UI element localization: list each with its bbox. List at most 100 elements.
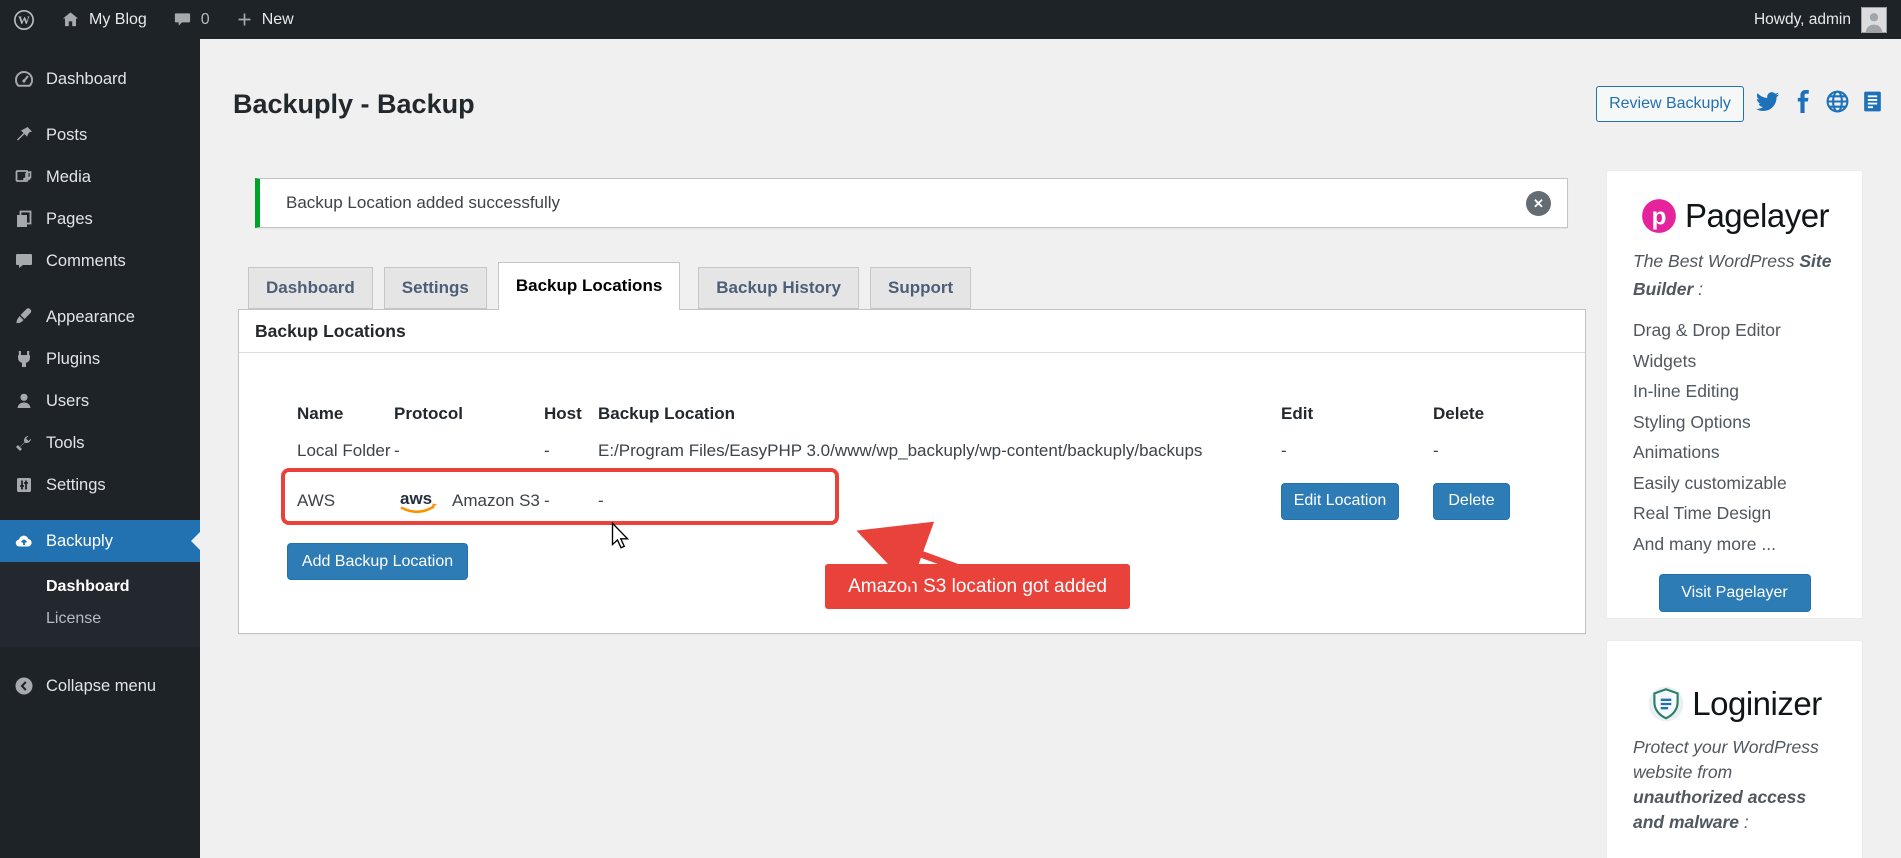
col-backup-location: Backup Location: [598, 404, 735, 423]
sidebar-item-media[interactable]: Media: [0, 156, 200, 198]
visit-pagelayer-button[interactable]: Visit Pagelayer: [1658, 574, 1811, 612]
notice-message: Backup Location added successfully: [286, 193, 561, 212]
cell-name: Local Folder: [297, 441, 391, 460]
feature-item: Animations: [1633, 442, 1720, 462]
loginizer-features: BruteForce Protection reCaptcha: [1633, 851, 1862, 858]
site-name-label: My Blog: [89, 10, 147, 28]
collapse-menu-button[interactable]: Collapse menu: [0, 665, 200, 707]
sidebar-item-appearance[interactable]: Appearance: [0, 296, 200, 338]
avatar: [1861, 6, 1887, 33]
delete-location-button[interactable]: Delete: [1433, 482, 1510, 520]
howdy-label: Howdy, admin: [1753, 10, 1851, 28]
sidebar-item-label: Backuply: [46, 531, 113, 550]
sidebar-item-backuply[interactable]: Backuply: [0, 520, 200, 562]
sidebar-item-label: Posts: [46, 125, 88, 144]
sidebar-item-settings[interactable]: Settings: [0, 464, 200, 506]
backup-locations-panel: Backup Locations Name Protocol Host Back…: [238, 309, 1586, 634]
cell-protocol: -: [394, 441, 400, 460]
comments-count: 0: [200, 10, 210, 28]
admin-bar: W My Blog 0 New Howdy, admin: [0, 0, 1901, 39]
pagelayer-logo: p Pagelayer: [1607, 171, 1862, 235]
tab-backup-locations[interactable]: Backup Locations: [497, 262, 681, 310]
comment-icon: [14, 251, 34, 271]
feature-item: And many more ...: [1633, 533, 1776, 554]
sidebar-item-plugins[interactable]: Plugins: [0, 338, 200, 380]
svg-text:p: p: [1652, 203, 1667, 230]
dismiss-notice-button[interactable]: ✕: [1526, 191, 1551, 216]
feature-item: Easily customizable: [1633, 472, 1787, 493]
globe-icon[interactable]: [1825, 89, 1850, 114]
pagelayer-features: Drag & Drop Editor Widgets In-line Editi…: [1633, 315, 1862, 559]
sidebar-item-dashboard[interactable]: Dashboard: [0, 58, 200, 100]
add-backup-location-button[interactable]: Add Backup Location: [287, 543, 468, 580]
sidebar-item-label: Plugins: [46, 349, 101, 368]
review-backuply-button[interactable]: Review Backuply: [1596, 86, 1744, 122]
cell-edit: Edit Location: [1281, 472, 1433, 530]
sidebar-item-label: Dashboard: [46, 69, 127, 88]
menu-separator: [0, 506, 200, 520]
cell-delete: -: [1433, 441, 1439, 460]
comments-shortcut[interactable]: 0: [160, 0, 223, 39]
backup-locations-table: Name Protocol Host Backup Location Edit …: [281, 398, 1567, 530]
cell-delete: Delete: [1433, 472, 1567, 530]
new-content-menu[interactable]: New: [223, 0, 307, 39]
brush-icon: [14, 307, 34, 327]
account-menu[interactable]: Howdy, admin: [1753, 6, 1901, 33]
feature-item: Widgets: [1633, 350, 1697, 371]
sidebar-item-label: Comments: [46, 251, 126, 270]
home-icon: [62, 12, 79, 27]
submenu-item-license[interactable]: License: [0, 603, 200, 635]
cell-host: -: [544, 491, 550, 510]
cell-edit: -: [1281, 441, 1287, 460]
sidebar-item-label: Media: [46, 167, 91, 186]
content-area: Backuply - Backup Review Backuply Backup…: [200, 39, 1901, 858]
wordpress-logo-menu[interactable]: W: [0, 0, 48, 39]
site-name-link[interactable]: My Blog: [48, 0, 160, 39]
page-title: Backuply - Backup: [233, 89, 475, 119]
pushpin-icon: [14, 125, 34, 145]
panel-title: Backup Locations: [239, 310, 1585, 353]
media-icon: [14, 167, 34, 187]
tab-dashboard[interactable]: Dashboard: [248, 267, 373, 309]
sidebar-item-label: Appearance: [46, 307, 135, 326]
protocol-label: Amazon S3: [452, 491, 540, 510]
sidebar-item-users[interactable]: Users: [0, 380, 200, 422]
sidebar-item-posts[interactable]: Posts: [0, 114, 200, 156]
feature-item: BruteForce Protection: [1633, 851, 1862, 858]
sidebar-item-comments[interactable]: Comments: [0, 240, 200, 282]
admin-sidebar: Dashboard Posts Media Pages Comments App…: [0, 39, 200, 858]
col-name: Name: [297, 404, 344, 423]
twitter-icon[interactable]: [1755, 89, 1780, 114]
facebook-icon[interactable]: [1790, 89, 1815, 114]
tab-support[interactable]: Support: [869, 267, 972, 309]
social-links: [1755, 89, 1885, 114]
sidebar-item-pages[interactable]: Pages: [0, 198, 200, 240]
sidebar-item-label: Users: [46, 391, 90, 410]
cell-name: AWS: [297, 491, 336, 510]
backuply-submenu: Dashboard License: [0, 562, 200, 647]
feature-item: Styling Options: [1633, 411, 1751, 432]
new-label: New: [261, 10, 294, 28]
plug-icon: [14, 349, 34, 369]
edit-location-button[interactable]: Edit Location: [1281, 482, 1399, 520]
plus-icon: [238, 13, 251, 26]
user-icon: [14, 391, 34, 411]
cell-host: -: [544, 441, 550, 460]
sidebar-item-label: Pages: [46, 209, 93, 228]
submenu-item-dashboard[interactable]: Dashboard: [0, 571, 200, 603]
loginizer-tagline: Protect your WordPress website from unau…: [1633, 737, 1819, 832]
sliders-icon: [14, 475, 34, 495]
collapse-menu-label: Collapse menu: [46, 676, 157, 695]
news-doc-icon[interactable]: [1860, 89, 1885, 114]
sidebar-item-label: Settings: [46, 475, 106, 494]
tab-settings[interactable]: Settings: [383, 267, 487, 309]
table-row: Local Folder - - E:/Program Files/EasyPH…: [281, 430, 1567, 472]
pagelayer-icon: p: [1642, 199, 1676, 233]
pagelayer-promo-box: p Pagelayer The Best WordPress Site Buil…: [1606, 170, 1863, 619]
svg-text:W: W: [18, 13, 30, 27]
tab-backup-history[interactable]: Backup History: [698, 267, 859, 309]
menu-separator: [0, 282, 200, 296]
backuply-tabs: Dashboard Settings Backup Locations Back…: [248, 262, 982, 310]
sidebar-item-tools[interactable]: Tools: [0, 422, 200, 464]
table-row: AWS aws Amazon S3 - - Edit Location Dele…: [281, 472, 1567, 530]
